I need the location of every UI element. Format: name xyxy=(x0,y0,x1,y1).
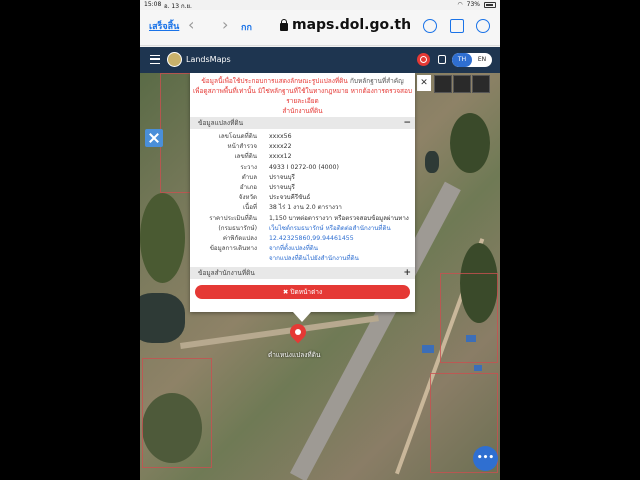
detail-row: ราคาประเมินที่ดิน 1,150 บาทต่อตารางวา หรื… xyxy=(190,214,415,224)
map-close-icon[interactable]: ✕ xyxy=(417,75,431,91)
detail-link[interactable]: 12.42325860,99.94461455 xyxy=(269,234,354,244)
detail-value: 38 ไร่ 1 งาน 2.0 ตารางวา xyxy=(269,204,342,212)
map-road xyxy=(180,315,379,349)
detail-key: (กรมธนารักษ์) xyxy=(218,224,257,232)
detail-key: ข้อมูลการเดินทาง xyxy=(209,245,257,253)
detail-row: ตำบล ปราจนบุรี xyxy=(190,173,415,183)
detail-link[interactable]: เว็บไซต์กรมธนารักษ์ หรือติดต่อสำนักงานที… xyxy=(269,224,391,234)
battery-percent: 73% xyxy=(466,1,480,8)
location-pin-icon[interactable] xyxy=(417,53,430,66)
detail-key: ตำบล xyxy=(241,173,257,181)
detail-value: xxxx56 xyxy=(269,133,292,140)
disclaimer-line3: สำนักงานที่ดิน xyxy=(282,107,323,115)
collapse-icon[interactable]: − xyxy=(403,117,411,129)
detail-key: ค่าพิกัดแปลง xyxy=(222,234,257,242)
detail-link[interactable]: จากที่ตั้งแปลงที่ดิน xyxy=(269,244,318,254)
detail-row: จังหวัด ประจวบคีรีขันธ์ xyxy=(190,193,415,203)
section-parcel-title: ข้อมูลแปลงที่ดิน xyxy=(198,119,244,127)
ipad-screen: 15:08 อ. 13 ก.ย. ◠ 73% เสร็จสิ้น ‹ › กก … xyxy=(140,0,500,480)
parcel-info-panel: ข้อมูลนี้เพื่อใช้ประกอบการแสดงลักษณะรูปแ… xyxy=(190,73,415,322)
detail-row: เลขที่ดิน xxxx12 xyxy=(190,152,415,162)
menu-icon[interactable] xyxy=(150,55,160,64)
wifi-icon: ◠ xyxy=(457,1,463,8)
close-window-button[interactable]: ✖ ปิดหน้าต่าง xyxy=(195,285,410,299)
detail-value: xxxx12 xyxy=(269,153,292,161)
detail-key: เลขที่ดิน xyxy=(234,153,257,161)
detail-value: 4933 I 0272-00 (4000) xyxy=(269,163,339,171)
lock-icon xyxy=(280,18,288,31)
home-icon[interactable] xyxy=(434,75,452,93)
section-office-title: ข้อมูลสำนักงานที่ดิน xyxy=(198,269,255,277)
map-pond xyxy=(425,151,439,173)
lang-th[interactable]: TH xyxy=(452,53,472,67)
section-office-header[interactable]: ข้อมูลสำนักงานที่ดิน + xyxy=(190,267,415,279)
grid-icon[interactable] xyxy=(453,75,471,93)
detail-row: ระวาง 4933 I 0272-00 (4000) xyxy=(190,163,415,173)
detail-link[interactable]: จากแปลงที่ดินไปยังสำนักงานที่ดิน xyxy=(269,254,359,264)
detail-value: ปราจนบุรี xyxy=(269,183,295,191)
marker-label: ตำแหน่งแปลงที่ดิน xyxy=(268,351,321,359)
parcel-details: เลขโฉนดที่ดิน xxxx56 หน้าสำรวจ xxxx22 เลขที่… xyxy=(190,132,415,264)
detail-key: จังหวัด xyxy=(238,194,257,202)
detail-value: xxxx22 xyxy=(269,143,292,151)
url-text: maps.dol.go.th xyxy=(292,17,412,33)
landsmaps-logo xyxy=(167,52,182,67)
status-time: 15:08 xyxy=(144,1,162,8)
more-options-button[interactable]: ••• xyxy=(473,446,498,471)
lock-account-icon[interactable] xyxy=(438,55,446,64)
map-pond xyxy=(140,293,185,343)
text-size-button[interactable]: กก xyxy=(241,20,252,34)
forward-icon[interactable]: › xyxy=(222,15,228,34)
detail-row: (กรมธนารักษ์) เว็บไซต์กรมธนารักษ์ หรือติด… xyxy=(190,224,415,234)
compass-icon[interactable] xyxy=(476,19,490,33)
map-trees xyxy=(450,113,490,173)
map-marker-icon[interactable] xyxy=(286,320,310,344)
detail-row: ข้อมูลการเดินทาง จากที่ตั้งแปลงที่ดิน xyxy=(190,244,415,254)
status-right: ◠ 73% xyxy=(457,1,496,8)
reload-icon[interactable] xyxy=(423,19,437,33)
map-trees xyxy=(140,193,185,283)
map-building xyxy=(474,365,482,371)
detail-key: อำเภอ xyxy=(239,183,257,191)
detail-row: หน้าสำรวจ xxxx22 xyxy=(190,142,415,152)
map-parcel xyxy=(440,273,498,363)
map-building xyxy=(466,335,476,342)
map-parcel xyxy=(142,358,212,468)
detail-key: หน้าสำรวจ xyxy=(227,143,257,151)
disclaimer-line2: เพื่อดูสภาพพื้นที่เท่านั้น มิใช่หลักฐานท… xyxy=(192,87,413,105)
battery-icon xyxy=(484,1,496,8)
detail-key: ราคาประเมินที่ดิน xyxy=(209,214,257,222)
disclaimer-line1-right: กับหลักฐานที่สำคัญ xyxy=(349,77,404,85)
language-toggle[interactable]: TH EN xyxy=(452,53,492,67)
section-parcel-header[interactable]: ข้อมูลแปลงที่ดิน − xyxy=(190,117,415,129)
detail-key: ระวาง xyxy=(240,163,257,171)
lang-en[interactable]: EN xyxy=(472,53,492,67)
detail-value: 1,150 บาทต่อตารางวา หรือตรวจสอบข้อมูลผ่า… xyxy=(269,214,409,222)
layers-icon[interactable] xyxy=(472,75,490,93)
address-bar[interactable]: maps.dol.go.th xyxy=(280,17,411,33)
measure-tool-icon[interactable] xyxy=(145,129,163,147)
detail-row: เลขโฉนดที่ดิน xxxx56 xyxy=(190,132,415,142)
back-icon[interactable]: ‹ xyxy=(188,15,194,34)
expand-icon[interactable]: + xyxy=(403,267,411,279)
detail-row: ค่าพิกัดแปลง 12.42325860,99.94461455 xyxy=(190,234,415,244)
detail-key: เนื้อที่ xyxy=(242,204,257,212)
status-bar: 15:08 อ. 13 ก.ย. ◠ 73% xyxy=(140,0,500,10)
detail-row: จากแปลงที่ดินไปยังสำนักงานที่ดิน xyxy=(190,254,415,264)
browser-toolbar: เสร็จสิ้น ‹ › กก maps.dol.go.th xyxy=(140,10,500,46)
disclaimer-line1: ข้อมูลนี้เพื่อใช้ประกอบการแสดงลักษณะรูปแ… xyxy=(201,77,348,85)
detail-value: ประจวบคีรีขันธ์ xyxy=(269,194,311,202)
map-building xyxy=(422,345,434,353)
detail-value: ปราจนบุรี xyxy=(269,173,295,181)
share-icon[interactable] xyxy=(450,19,464,33)
detail-row: เนื้อที่ 38 ไร่ 1 งาน 2.0 ตารางวา xyxy=(190,203,415,213)
satellite-map[interactable]: ✕ ข้อมูลนี้เพื่อใช้ประกอบการแสดงลักษณะรู… xyxy=(140,73,500,480)
done-button[interactable]: เสร็จสิ้น xyxy=(149,19,179,33)
disclaimer: ข้อมูลนี้เพื่อใช้ประกอบการแสดงลักษณะรูปแ… xyxy=(190,76,415,116)
detail-row: อำเภอ ปราจนบุรี xyxy=(190,183,415,193)
app-header: LandsMaps TH EN xyxy=(140,47,500,73)
app-brand: LandsMaps xyxy=(186,55,231,64)
detail-key: เลขโฉนดที่ดิน xyxy=(218,133,257,140)
